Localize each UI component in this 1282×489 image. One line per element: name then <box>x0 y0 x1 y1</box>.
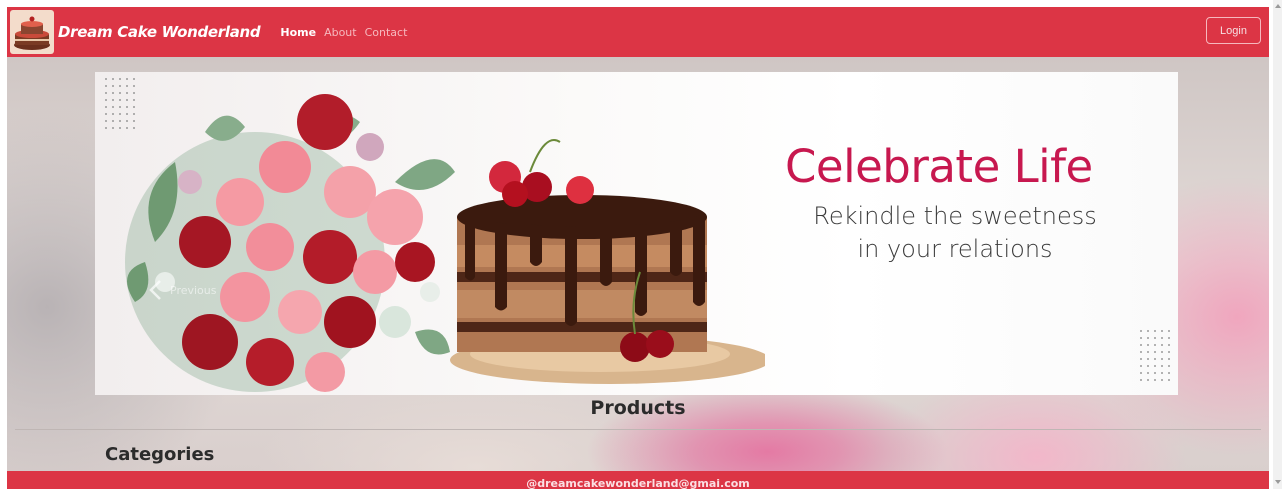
scroll-up-icon[interactable] <box>1275 4 1281 8</box>
carousel-previous-link[interactable]: Previous <box>170 284 217 297</box>
categories-heading: Categories <box>105 444 215 465</box>
dot-pattern-decoration <box>1140 330 1175 386</box>
navbar: Dream Cake Wonderland Home About Contact… <box>7 7 1269 57</box>
chocolate-cake-image <box>450 139 765 384</box>
banner-tagline: Rekindle the sweetness in your relations <box>785 200 1125 266</box>
login-button[interactable]: Login <box>1206 17 1261 44</box>
nav-about-link[interactable]: About <box>324 26 357 39</box>
nav-home-link[interactable]: Home <box>280 26 316 39</box>
main-content: Celebrate Life Rekindle the sweetness in… <box>7 57 1269 473</box>
banner-tagline-line: Rekindle the sweetness <box>813 202 1097 230</box>
brand-name[interactable]: Dream Cake Wonderland <box>58 23 261 41</box>
footer: @dreamcakewonderland@gmai.com <box>7 471 1269 489</box>
carousel-banner: Celebrate Life Rekindle the sweetness in… <box>95 72 1178 395</box>
scroll-down-icon[interactable] <box>1275 480 1281 484</box>
banner-headline: Celebrate Life <box>785 140 1093 193</box>
section-divider <box>15 429 1261 430</box>
products-heading: Products <box>590 397 686 419</box>
chevron-left-icon[interactable] <box>147 279 165 301</box>
footer-email[interactable]: @dreamcakewonderland@gmai.com <box>7 477 1269 489</box>
nav-contact-link[interactable]: Contact <box>365 26 408 39</box>
page-scrollbar[interactable] <box>1273 0 1282 489</box>
cake-logo-icon[interactable] <box>10 10 54 54</box>
banner-tagline-line: in your relations <box>857 235 1053 263</box>
